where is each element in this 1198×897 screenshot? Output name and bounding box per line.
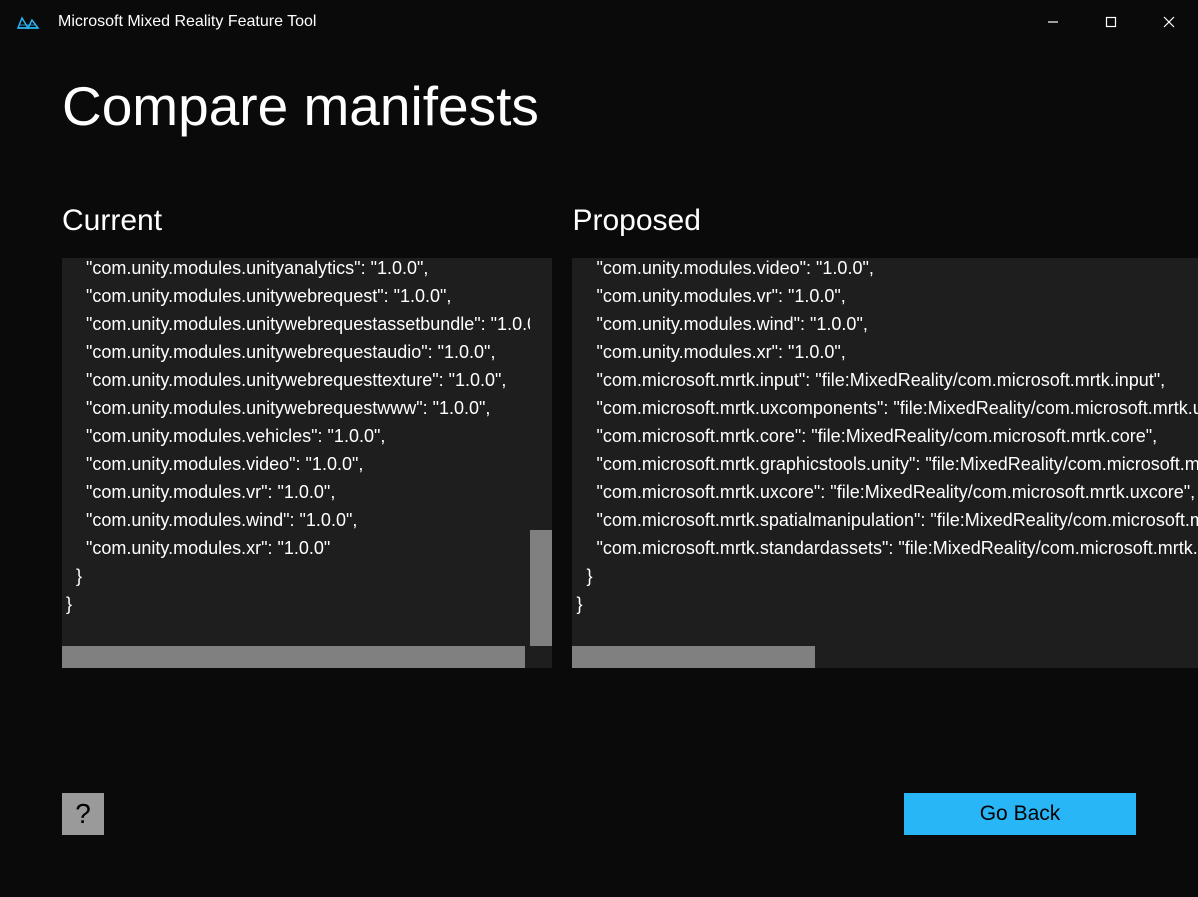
proposed-pane: Proposed "com.unity.modules.video": "1.0… (572, 204, 1198, 668)
window-title: Microsoft Mixed Reality Feature Tool (58, 13, 1024, 31)
app-icon (16, 14, 40, 30)
footer: ? Go Back (62, 793, 1136, 835)
current-vertical-scroll-thumb[interactable] (530, 530, 552, 646)
window-controls (1024, 0, 1198, 44)
current-horizontal-scroll-thumb[interactable] (62, 646, 525, 668)
current-horizontal-scrollbar[interactable] (62, 646, 552, 668)
go-back-button[interactable]: Go Back (904, 793, 1136, 835)
close-button[interactable] (1140, 0, 1198, 44)
comparison-panes: Current "com.unity.modules.unityanalytic… (62, 204, 1136, 668)
current-manifest-text: "com.unity.modules.unityanalytics": "1.0… (62, 258, 552, 618)
proposed-manifest-text: "com.unity.modules.video": "1.0.0", "com… (572, 258, 1198, 618)
current-vertical-scrollbar[interactable] (530, 258, 552, 646)
help-button[interactable]: ? (62, 793, 104, 835)
maximize-button[interactable] (1082, 0, 1140, 44)
current-pane-title: Current (62, 204, 552, 238)
proposed-pane-title: Proposed (572, 204, 1198, 238)
current-pane: Current "com.unity.modules.unityanalytic… (62, 204, 552, 668)
proposed-textbox[interactable]: "com.unity.modules.video": "1.0.0", "com… (572, 258, 1198, 668)
title-bar: Microsoft Mixed Reality Feature Tool (0, 0, 1198, 44)
content-area: Compare manifests Current "com.unity.mod… (0, 44, 1198, 668)
proposed-horizontal-scroll-thumb[interactable] (572, 646, 815, 668)
current-textbox[interactable]: "com.unity.modules.unityanalytics": "1.0… (62, 258, 552, 668)
proposed-horizontal-scrollbar[interactable] (572, 646, 1198, 668)
minimize-button[interactable] (1024, 0, 1082, 44)
page-title: Compare manifests (62, 74, 1136, 138)
